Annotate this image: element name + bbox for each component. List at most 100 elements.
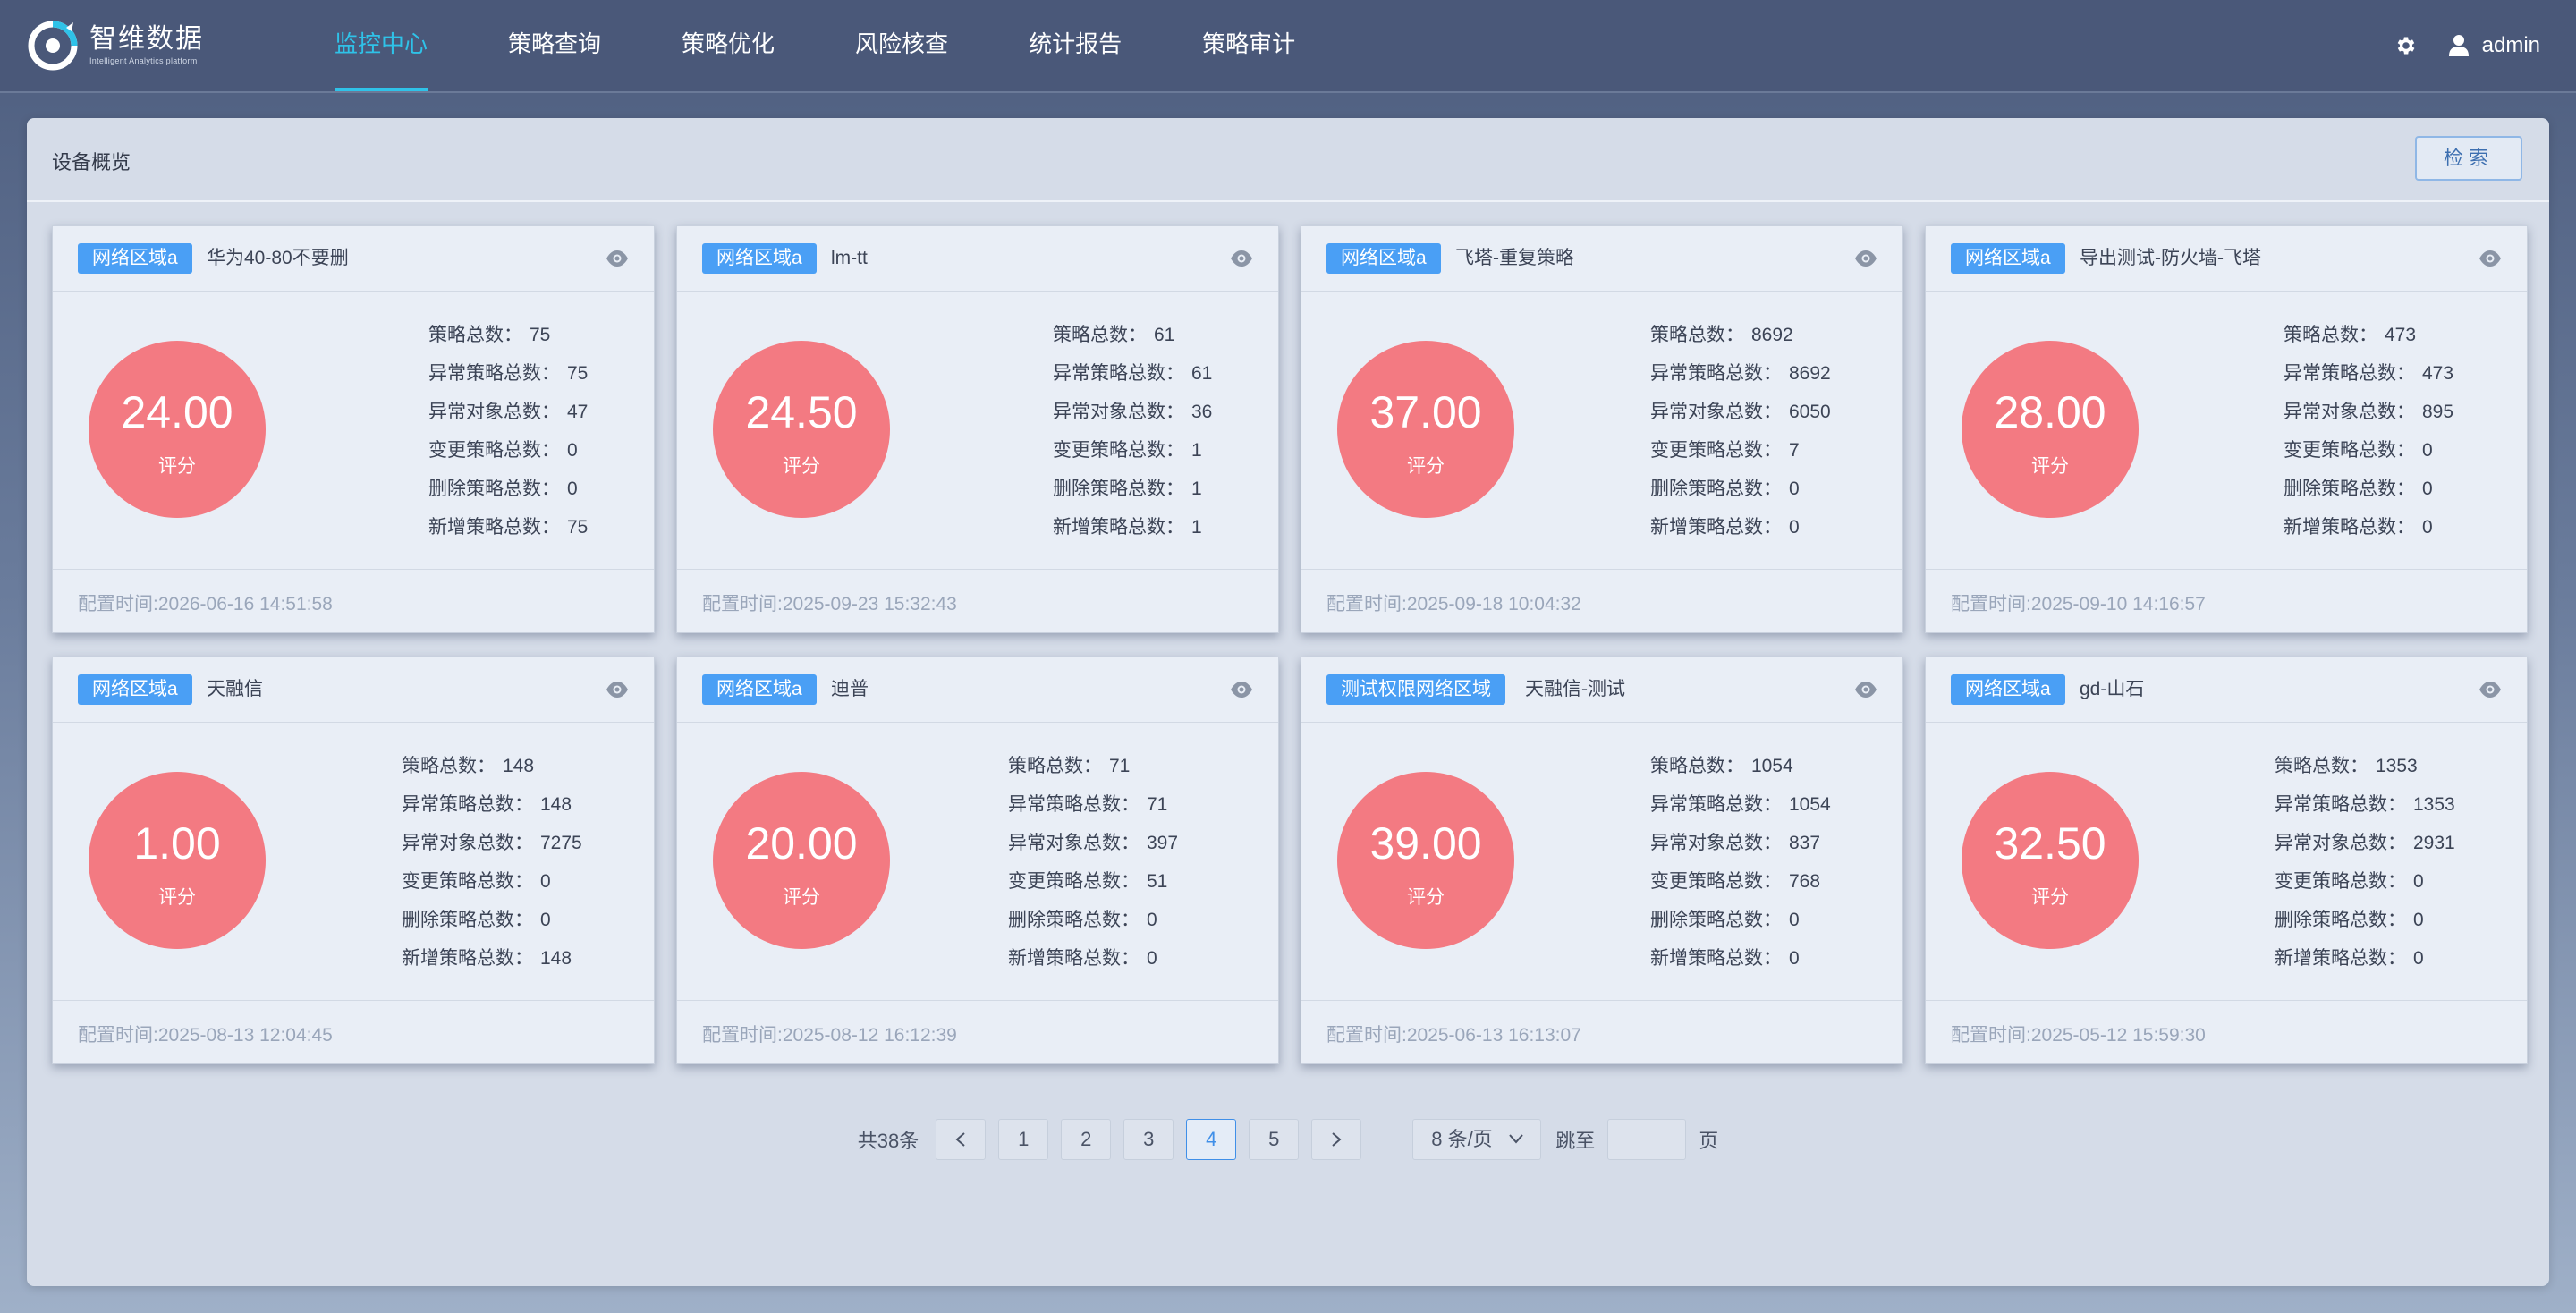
stat-row: 异常策略总数： 1054 (1650, 785, 1831, 824)
stat-value: 0 (2413, 871, 2424, 892)
stat-value: 1054 (1751, 756, 1793, 776)
nav-tab-stats-report[interactable]: 统计报告 (1029, 0, 1122, 91)
device-card[interactable]: 网络区域a gd-山石 32.50 评分 策略总数： 1353 异常策略总数： 1353 异常对… (1925, 656, 2528, 1064)
score-value: 37.00 (1369, 387, 1482, 437)
stat-row: 策略总数： 473 (2284, 316, 2453, 354)
stat-value: 1353 (2413, 794, 2455, 815)
score-circle: 37.00 评分 (1337, 341, 1514, 518)
brand-logo[interactable]: 智维数据 Intelligent Analytics platform (27, 20, 204, 72)
config-time-label: 配置时间: (1951, 1025, 2031, 1046)
stat-value: 0 (1147, 948, 1157, 969)
page-button-1[interactable]: 1 (998, 1119, 1049, 1160)
card-footer: 配置时间:2025-08-13 12:04:45 (53, 1000, 654, 1063)
device-card[interactable]: 测试权限网络区域 天融信-测试 39.00 评分 策略总数： 1054 异常策略总数： 105… (1301, 656, 1903, 1064)
config-time-value: 2025-09-23 15:32:43 (782, 594, 957, 614)
stat-value: 397 (1147, 833, 1179, 853)
stat-row: 新增策略总数： 0 (1650, 939, 1831, 978)
prev-page-button[interactable] (936, 1119, 987, 1160)
stat-label: 异常对象总数： (2275, 833, 2406, 853)
eye-icon[interactable] (1854, 681, 1877, 699)
stat-label: 删除策略总数： (1053, 479, 1184, 499)
stat-label: 新增策略总数： (1650, 517, 1782, 538)
stat-label: 异常对象总数： (2284, 402, 2415, 422)
stat-row: 异常策略总数： 75 (428, 354, 588, 393)
stat-row: 异常对象总数： 837 (1650, 824, 1831, 862)
stat-label: 变更策略总数： (2275, 871, 2406, 892)
stat-value: 7 (1789, 440, 1800, 461)
score-value: 24.50 (745, 387, 858, 437)
card-footer: 配置时间:2025-06-13 16:13:07 (1301, 1000, 1902, 1063)
page-size-value: 8 条/页 (1431, 1128, 1493, 1150)
stat-label: 新增策略总数： (1008, 948, 1140, 969)
nav-tab-policy-query[interactable]: 策略查询 (508, 0, 601, 91)
page-button-3[interactable]: 3 (1123, 1119, 1174, 1160)
eye-icon[interactable] (1854, 250, 1877, 267)
device-card[interactable]: 网络区域a 导出测试-防火墙-飞塔 28.00 评分 策略总数： 473 异常策略总数： 47… (1925, 225, 2528, 633)
page-button-5[interactable]: 5 (1249, 1119, 1300, 1160)
score-circle: 20.00 评分 (713, 772, 890, 949)
search-button[interactable]: 检索 (2415, 136, 2522, 181)
next-page-button[interactable] (1311, 1119, 1362, 1160)
stats-list: 策略总数： 61 异常策略总数： 61 异常对象总数： 36 变更策略总数： 1 删除策略总数：… (1053, 316, 1212, 546)
device-card[interactable]: 网络区域a 飞塔-重复策略 37.00 评分 策略总数： 8692 异常策略总数： 8692 异… (1301, 225, 1903, 633)
device-card[interactable]: 网络区域a lm-tt 24.50 评分 策略总数： 61 异常策略总数： 61 异常对象总数：… (676, 225, 1279, 633)
stat-value: 148 (540, 948, 572, 969)
stat-row: 异常对象总数： 397 (1008, 824, 1178, 862)
stat-value: 75 (567, 517, 589, 538)
device-card[interactable]: 网络区域a 迪普 20.00 评分 策略总数： 71 异常策略总数： 71 异常对象总数： 397… (676, 656, 1279, 1064)
eye-icon[interactable] (1230, 250, 1253, 267)
score-circle: 39.00 评分 (1337, 772, 1514, 949)
nav-tab-risk-check[interactable]: 风险核查 (855, 0, 948, 91)
score-value: 32.50 (1994, 818, 2106, 868)
device-name: 天融信 (207, 679, 263, 699)
gear-icon[interactable] (2394, 34, 2418, 57)
eye-icon[interactable] (2479, 681, 2502, 699)
stat-value: 0 (1789, 948, 1800, 969)
stat-label: 新增策略总数： (2275, 948, 2406, 969)
jump-page-input[interactable] (1607, 1119, 1687, 1160)
page-size-select[interactable]: 8 条/页 (1412, 1119, 1542, 1160)
stat-value: 768 (1789, 871, 1821, 892)
chevron-right-icon (1332, 1132, 1342, 1147)
nav-tab-policy-optimize[interactable]: 策略优化 (682, 0, 775, 91)
stat-row: 新增策略总数： 1 (1053, 508, 1212, 546)
device-card[interactable]: 网络区域a 华为40-80不要删 24.00 评分 策略总数： 75 异常策略总数： 75 异常… (52, 225, 655, 633)
page-button-2[interactable]: 2 (1061, 1119, 1112, 1160)
eye-icon[interactable] (1230, 681, 1253, 699)
zone-tag: 测试权限网络区域 (1326, 674, 1505, 705)
zone-tag: 网络区域a (1951, 243, 2065, 274)
eye-icon[interactable] (606, 681, 629, 699)
username[interactable]: admin (2482, 33, 2540, 58)
score-label: 评分 (783, 456, 820, 477)
eye-icon[interactable] (606, 250, 629, 267)
card-header: 网络区域a 华为40-80不要删 (53, 226, 654, 292)
stat-value: 0 (567, 440, 578, 461)
stat-label: 删除策略总数： (1650, 910, 1782, 930)
stat-label: 策略总数： (2275, 756, 2368, 776)
config-time: 配置时间:2025-09-23 15:32:43 (702, 589, 957, 616)
stat-label: 异常策略总数： (1650, 794, 1782, 815)
brand-subtitle: Intelligent Analytics platform (89, 56, 198, 65)
device-card[interactable]: 网络区域a 天融信 1.00 评分 策略总数： 148 异常策略总数： 148 异常对象总数： 7… (52, 656, 655, 1064)
score-circle: 24.50 评分 (713, 341, 890, 518)
stat-value: 1 (1191, 517, 1202, 538)
stat-label: 变更策略总数： (1008, 871, 1140, 892)
stat-value: 71 (1147, 794, 1168, 815)
eye-icon[interactable] (2479, 250, 2502, 267)
config-time-value: 2026-06-16 14:51:58 (157, 594, 333, 614)
nav-tab-monitor[interactable]: 监控中心 (335, 0, 428, 91)
stat-label: 策略总数： (1650, 756, 1744, 776)
nav-tab-policy-audit[interactable]: 策略审计 (1202, 0, 1295, 91)
score-circle: 32.50 评分 (1962, 772, 2139, 949)
page-button-4-current[interactable]: 4 (1186, 1119, 1237, 1160)
card-header: 网络区域a 飞塔-重复策略 (1301, 226, 1902, 292)
stat-row: 删除策略总数： 1 (1053, 470, 1212, 508)
stat-value: 51 (1147, 871, 1168, 892)
panel-title: 设备概览 (52, 151, 131, 174)
config-time-value: 2025-08-12 16:12:39 (782, 1025, 957, 1046)
stat-value: 837 (1789, 833, 1821, 853)
stat-label: 异常对象总数： (1053, 402, 1184, 422)
stat-label: 异常策略总数： (2275, 794, 2406, 815)
stat-value: 0 (540, 910, 551, 930)
panel-header: 设备概览 检索 (27, 118, 2549, 202)
